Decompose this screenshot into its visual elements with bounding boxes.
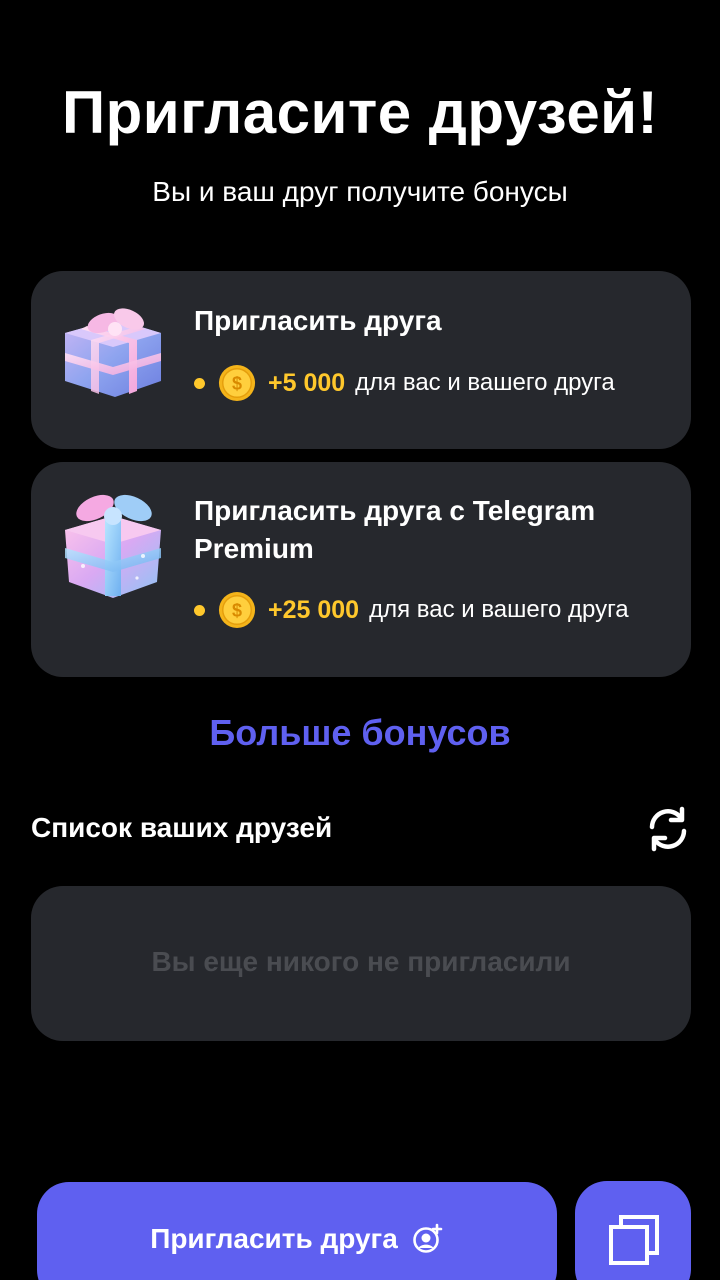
- bullet-dot: [194, 377, 205, 389]
- invite-friend-card: Пригласить друга $ +5 000 для вас и ваше…: [31, 271, 691, 449]
- gift-icon: [65, 494, 161, 598]
- offer-title: Пригласить друга с Telegram Premium: [194, 495, 596, 564]
- bullet-dot: [194, 604, 205, 616]
- offer-reward: $ +5 000 для вас и вашего друга: [194, 364, 615, 402]
- coin-icon: $: [218, 591, 256, 629]
- friends-list: Вы еще никого не пригласили: [31, 886, 691, 1041]
- page-subtitle: Вы и ваш друг получите бонусы: [152, 176, 568, 207]
- svg-text:$: $: [232, 374, 242, 394]
- invite-friends-screen: Пригласите друзей! Вы и ваш друг получит…: [0, 0, 720, 1280]
- invite-friend-button[interactable]: Пригласить друга: [37, 1182, 557, 1280]
- gift-icon: [65, 308, 161, 397]
- empty-friends-message: Вы еще никого не пригласили: [151, 946, 571, 977]
- refresh-icon[interactable]: [642, 803, 694, 855]
- add-user-icon: [412, 1223, 443, 1253]
- copy-link-button[interactable]: [575, 1181, 691, 1280]
- svg-text:$: $: [232, 601, 242, 621]
- invite-button-label: Пригласить друга: [150, 1223, 398, 1254]
- copy-icon: [609, 1215, 659, 1265]
- reward-description: для вас и вашего друга: [355, 369, 615, 396]
- reward-amount: +25 000: [268, 595, 360, 624]
- more-bonuses-link[interactable]: Больше бонусов: [0, 712, 720, 754]
- invite-premium-friend-card: Пригласить друга с Telegram Premium $ +2…: [31, 462, 691, 677]
- page-title: Пригласите друзей!: [61, 79, 659, 146]
- friends-list-title: Список ваших друзей: [31, 812, 333, 843]
- coin-icon: $: [218, 364, 256, 402]
- reward-amount: +5 000: [268, 368, 346, 397]
- offer-title: Пригласить друга: [194, 305, 442, 336]
- offer-reward: $ +25 000 для вас и вашего друга: [194, 591, 629, 629]
- reward-description: для вас и вашего друга: [369, 596, 629, 623]
